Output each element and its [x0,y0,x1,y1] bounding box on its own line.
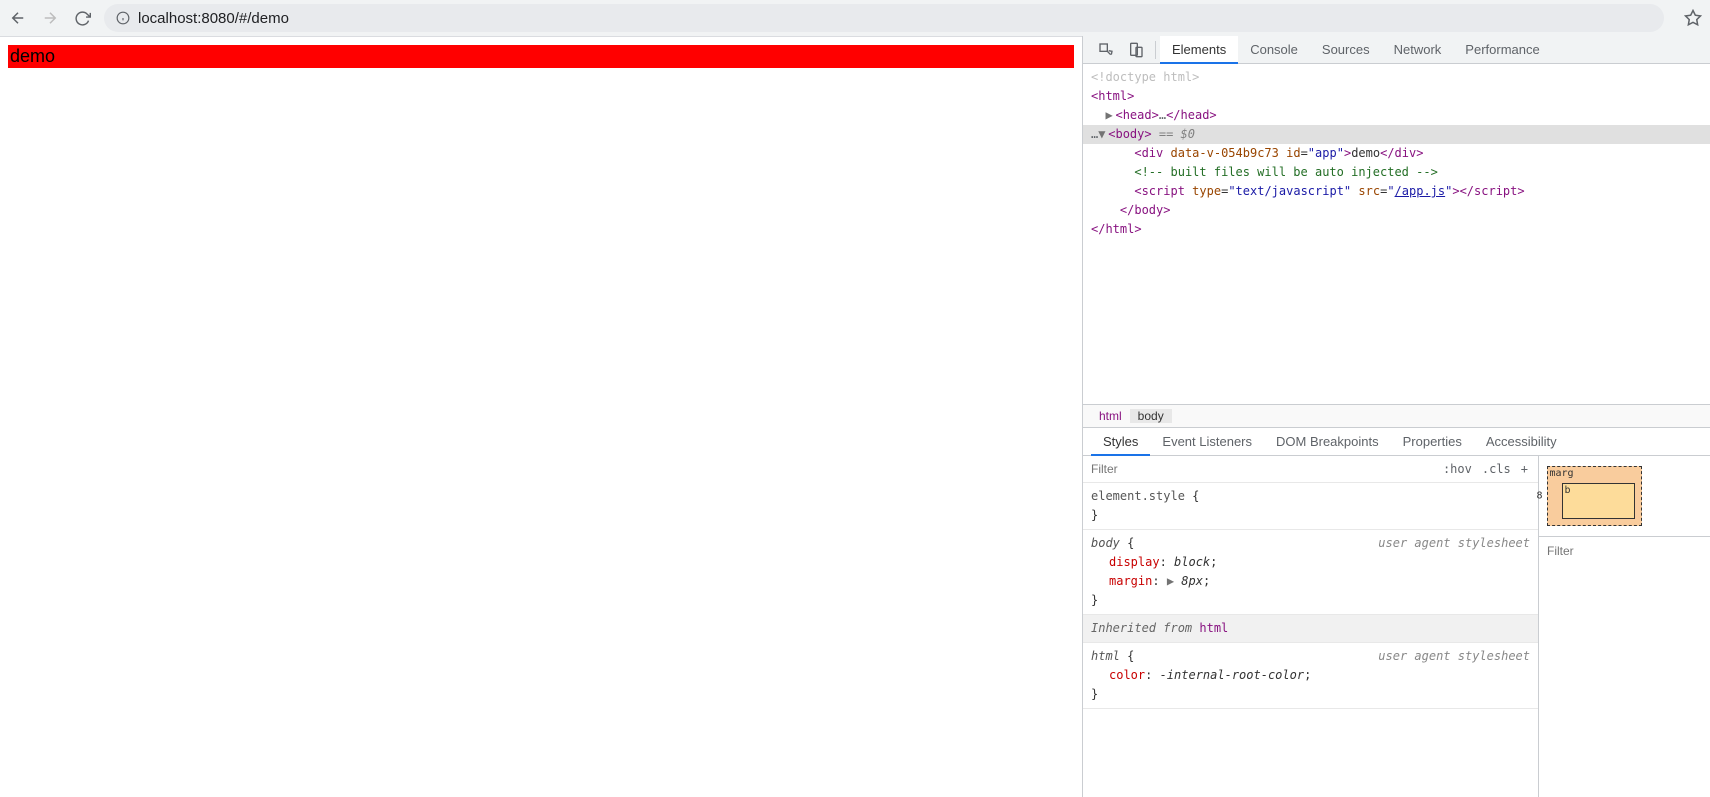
tab-sources[interactable]: Sources [1310,36,1382,64]
bookmark-star-icon[interactable] [1684,9,1702,27]
rule-body[interactable]: body {user agent stylesheet display: blo… [1083,530,1538,615]
dom-html-open[interactable]: <html> [1083,87,1710,106]
page-viewport[interactable]: demo [0,36,1082,797]
dom-comment[interactable]: <!-- built files will be auto injected -… [1083,163,1710,182]
crumb-body[interactable]: body [1130,409,1172,423]
box-model-margin-left: 8 [1537,491,1543,502]
tab-console[interactable]: Console [1238,36,1310,64]
dom-head[interactable]: ▶<head>…</head> [1083,106,1710,125]
info-icon [116,11,130,25]
reload-button[interactable] [72,8,92,28]
browser-toolbar: localhost:8080/#/demo [0,0,1710,36]
dom-doctype[interactable]: <!doctype html> [1083,68,1710,87]
dom-div-app[interactable]: <div data-v-054b9c73 id="app">demo</div> [1083,144,1710,163]
computed-filter-row [1539,536,1710,564]
inherited-from-row: Inherited from html [1083,615,1538,643]
demo-banner: demo [8,45,1074,68]
styles-rules[interactable]: element.style {} body {user agent styles… [1083,483,1538,797]
box-model-margin-label: marg [1550,468,1574,479]
rule-html[interactable]: html {user agent stylesheet color: -inte… [1083,643,1538,709]
computed-filter-input[interactable] [1539,544,1710,558]
tab-performance[interactable]: Performance [1453,36,1551,64]
rule-element-style[interactable]: element.style {} [1083,483,1538,530]
new-rule-button[interactable]: + [1521,462,1528,476]
tab-styles[interactable]: Styles [1091,428,1150,456]
cls-toggle[interactable]: .cls [1482,462,1511,476]
hov-toggle[interactable]: :hov [1443,462,1472,476]
box-model-border-label: b [1565,485,1571,496]
inspect-element-icon[interactable] [1091,36,1121,64]
dom-tree[interactable]: <!doctype html> <html> ▶<head>…</head> …… [1083,64,1710,404]
device-toolbar-icon[interactable] [1121,36,1151,64]
dom-breadcrumb: html body [1083,404,1710,428]
tab-accessibility[interactable]: Accessibility [1474,428,1569,456]
dom-body-open[interactable]: …▼<body> == $0 [1083,125,1710,144]
box-model[interactable]: marg 8 b [1539,456,1649,536]
styles-tab-bar: Styles Event Listeners DOM Breakpoints P… [1083,428,1710,456]
tab-network[interactable]: Network [1382,36,1454,64]
tab-event-listeners[interactable]: Event Listeners [1150,428,1264,456]
dom-script[interactable]: <script type="text/javascript" src="/app… [1083,182,1710,201]
dom-body-close[interactable]: </body> [1083,201,1710,220]
tab-dom-breakpoints[interactable]: DOM Breakpoints [1264,428,1391,456]
styles-filter-input[interactable] [1083,456,1433,482]
dom-html-close[interactable]: </html> [1083,220,1710,239]
crumb-html[interactable]: html [1091,409,1130,423]
forward-button[interactable] [40,8,60,28]
back-button[interactable] [8,8,28,28]
address-bar[interactable]: localhost:8080/#/demo [104,4,1664,32]
devtools-tab-bar: Elements Console Sources Network Perform… [1083,36,1710,64]
tab-elements[interactable]: Elements [1160,36,1238,64]
url-text: localhost:8080/#/demo [138,10,289,27]
tab-properties[interactable]: Properties [1391,428,1474,456]
devtools-panel: Elements Console Sources Network Perform… [1082,36,1710,797]
styles-filter-row: :hov .cls + [1083,456,1538,483]
